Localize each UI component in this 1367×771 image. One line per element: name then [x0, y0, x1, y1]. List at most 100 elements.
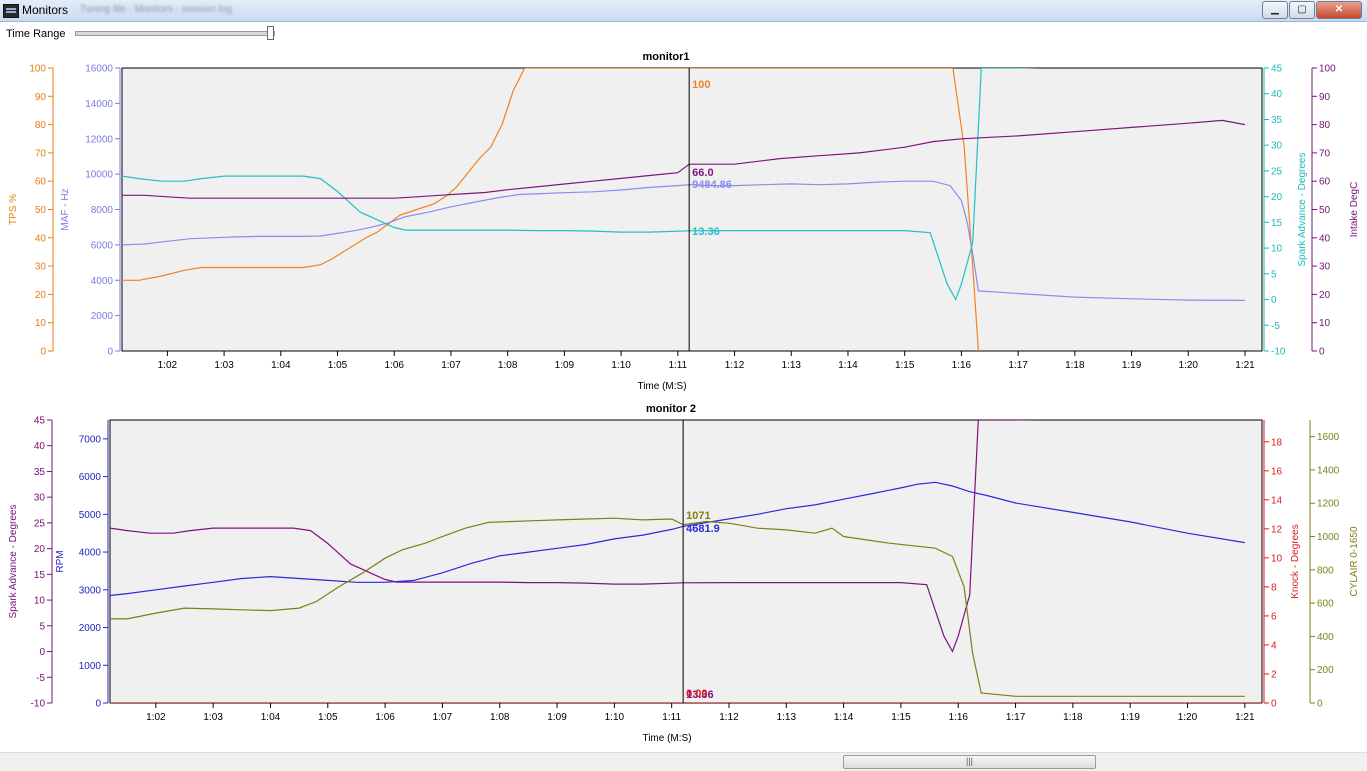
y-tick-label: 80 — [1319, 120, 1331, 131]
y-tick-label: 0 — [1317, 699, 1323, 710]
y-tick-label: 0 — [39, 647, 45, 658]
y-axis-title: Intake DegC — [1349, 182, 1360, 238]
x-tick-label: 1:21 — [1235, 360, 1255, 371]
y-tick-label: 10 — [35, 318, 47, 329]
x-tick-label: 1:03 — [203, 712, 223, 723]
y-tick-label: 6000 — [91, 240, 114, 251]
y-tick-label: 3000 — [79, 585, 102, 596]
y-tick-label: 600 — [1317, 599, 1334, 610]
y-tick-label: 50 — [1319, 205, 1331, 216]
x-tick-label: 1:11 — [668, 360, 687, 371]
scrollbar-thumb[interactable]: ||| — [843, 755, 1096, 769]
x-tick-label: 1:05 — [318, 712, 338, 723]
y-tick-label: 0 — [1319, 347, 1325, 358]
cursor-value-knock: 0.00 — [686, 688, 707, 700]
y-tick-label: 1400 — [1317, 465, 1340, 476]
y-axis-cylair: 0 200 400 600 800 1000 1200 1400 1600 CYLAIR 0-16… — [1309, 420, 1360, 710]
y-axis-maf: 0 2000 4000 6000 8000 10000 12000 14000 16000 MAF… — [60, 64, 121, 358]
y-tick-label: 70 — [35, 148, 47, 159]
x-tick-label: 1:02 — [158, 360, 178, 371]
x-axis-label: Time (M:S) — [642, 733, 691, 744]
cursor-value-cylair: 1071 — [686, 510, 710, 522]
y-tick-label: 10 — [34, 596, 46, 607]
x-tick-label: 1:04 — [261, 712, 281, 723]
horizontal-scrollbar[interactable]: ||| — [0, 752, 1367, 771]
y-tick-label: 4000 — [91, 276, 114, 287]
x-tick-label: 1:16 — [949, 712, 969, 723]
y-tick-label: 6000 — [79, 472, 102, 483]
x-tick-label: 1:16 — [952, 360, 972, 371]
y-tick-label: 25 — [1271, 166, 1283, 177]
cursor-value-rpm: 4681.9 — [686, 523, 720, 535]
y-tick-label: 40 — [1319, 233, 1331, 244]
y-axis-title: TPS % — [8, 194, 19, 225]
y-tick-label: 25 — [34, 518, 46, 529]
x-tick-label: 1:15 — [891, 712, 911, 723]
chart-2: monitor 2 1:02 1:03 1:04 1:05 1:06 1:07 1:08 1:0… — [8, 403, 1360, 744]
y-tick-label: 800 — [1317, 565, 1334, 576]
x-tick-label: 1:19 — [1120, 712, 1140, 723]
y-tick-label: 2 — [1271, 669, 1277, 680]
y-tick-label: 40 — [35, 233, 47, 244]
y-tick-label: 20 — [35, 290, 47, 301]
y-tick-label: 1000 — [1317, 532, 1340, 543]
x-tick-label: 1:10 — [611, 360, 631, 371]
x-tick-label: 1:08 — [490, 712, 510, 723]
x-tick-label: 1:14 — [834, 712, 854, 723]
y-tick-label: 6 — [1271, 611, 1277, 622]
y-tick-label: 0 — [1271, 295, 1277, 306]
x-tick-label: 1:11 — [662, 712, 681, 723]
y-tick-label: 40 — [34, 441, 46, 452]
y-tick-label: 8000 — [91, 205, 114, 216]
y-tick-label: 45 — [34, 416, 46, 427]
y-axis-title: RPM — [55, 550, 66, 572]
x-tick-label: 1:14 — [838, 360, 858, 371]
y-tick-label: 30 — [35, 262, 47, 273]
y-axis-tps: 0 10 20 30 40 50 60 70 80 90 100 TPS % — [8, 64, 54, 358]
cursor-value-intake: 66.0 — [692, 167, 713, 179]
x-tick-label: 1:07 — [433, 712, 453, 723]
y-tick-label: 10 — [1271, 553, 1283, 564]
y-tick-label: -10 — [1271, 347, 1286, 358]
y-tick-label: 400 — [1317, 632, 1334, 643]
y-axis-title: Knock - Degrees — [1290, 524, 1301, 598]
x-tick-label: 1:10 — [605, 712, 625, 723]
y-tick-label: 7000 — [79, 434, 102, 445]
y-tick-label: 18 — [1271, 437, 1283, 448]
y-tick-label: 4 — [1271, 640, 1277, 651]
y-tick-label: 100 — [1319, 64, 1336, 75]
y-axis-title: Spark Advance - Degrees — [8, 505, 19, 619]
y-tick-label: 16000 — [85, 64, 113, 75]
chart-1: monitor1 1:02 1:03 1:04 1:05 1:06 1:07 1:08 1:09… — [8, 51, 1360, 392]
y-tick-label: 20 — [34, 544, 46, 555]
y-tick-label: 45 — [1271, 64, 1283, 75]
cursor-value-maf: 9484.86 — [692, 179, 732, 191]
y-tick-label: 0 — [40, 347, 46, 358]
y-axis-intake: 0 10 20 30 40 50 60 70 80 90 100 Intake DegC — [1311, 64, 1360, 358]
y-tick-label: 8 — [1271, 582, 1277, 593]
y-axis-knock: 0 2 4 6 8 10 12 14 16 18 Knock - Degrees — [1263, 420, 1301, 710]
y-tick-label: -5 — [36, 673, 45, 684]
y-axis-title: MAF - Hz — [60, 188, 71, 230]
y-tick-label: 10 — [1319, 318, 1331, 329]
x-axis-label: Time (M:S) — [637, 381, 686, 392]
x-tick-label: 1:18 — [1063, 712, 1083, 723]
x-tick-label: 1:06 — [385, 360, 405, 371]
y-tick-label: 30 — [1319, 262, 1331, 273]
y-tick-label: 10 — [1271, 244, 1283, 255]
y-tick-label: 80 — [35, 120, 47, 131]
y-axis-spark: -10 -5 0 5 10 15 20 25 30 35 40 45 Spark Advance - D… — [1263, 64, 1308, 358]
x-tick-label: 1:06 — [375, 712, 395, 723]
x-tick-label: 1:20 — [1179, 360, 1199, 371]
y-tick-label: 5000 — [79, 510, 102, 521]
y-tick-label: 60 — [35, 177, 47, 188]
y-tick-label: 0 — [1271, 699, 1277, 710]
y-tick-label: 30 — [1271, 141, 1283, 152]
y-axis-title: CYLAIR 0-1650 — [1349, 526, 1360, 596]
y-tick-label: 1000 — [79, 661, 102, 672]
y-tick-label: 2000 — [79, 623, 102, 634]
x-tick-label: 1:19 — [1122, 360, 1142, 371]
y-tick-label: 15 — [1271, 218, 1283, 229]
x-tick-label: 1:21 — [1235, 712, 1255, 723]
x-tick-label: 1:17 — [1008, 360, 1028, 371]
